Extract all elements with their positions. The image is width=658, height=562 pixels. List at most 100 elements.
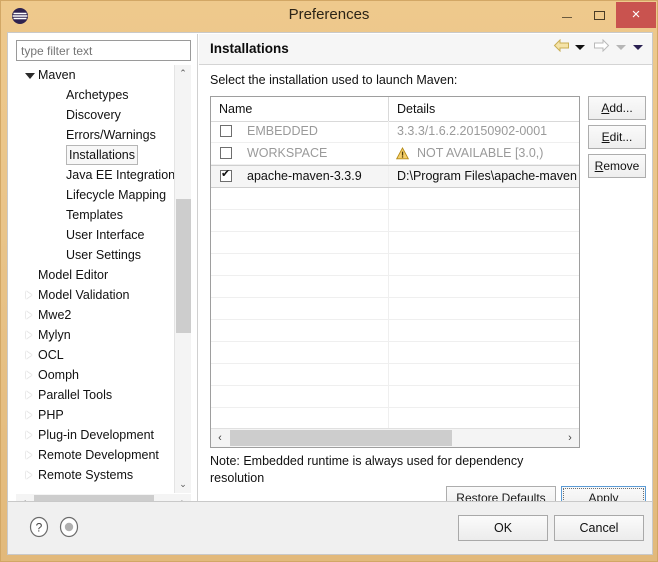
sidebar-item-label: Mwe2 <box>38 308 72 322</box>
chevron-right-icon[interactable] <box>16 365 32 385</box>
sidebar-item-errors-warnings[interactable]: Errors/Warnings <box>16 125 174 145</box>
remove-button-mnemonic: R <box>594 159 604 173</box>
table-scroll-right-button[interactable]: › <box>561 429 579 447</box>
installation-checkbox[interactable] <box>220 125 232 137</box>
note-text: Note: Embedded runtime is always used fo… <box>210 454 524 485</box>
column-header-details[interactable]: Details <box>389 97 579 121</box>
installation-checkbox[interactable] <box>220 168 232 182</box>
dialog-client-area: Maven Archetypes Discovery Errors/Warnings I… <box>7 32 653 519</box>
table-row-empty[interactable] <box>211 232 579 254</box>
chevron-right-icon[interactable] <box>16 385 32 405</box>
sidebar-item-java-ee-integration[interactable]: Java EE Integration <box>16 165 174 185</box>
sidebar-item-archetypes[interactable]: Archetypes <box>16 85 174 105</box>
cell-details <box>389 232 579 253</box>
forward-dropdown-icon[interactable] <box>615 44 626 50</box>
cell-name <box>211 254 389 275</box>
back-dropdown-icon[interactable] <box>574 44 585 50</box>
chevron-right-glyph <box>26 351 32 359</box>
chevron-right-icon[interactable] <box>16 285 32 305</box>
remove-button[interactable]: Remove <box>588 154 646 178</box>
cell-details <box>389 188 579 209</box>
chevron-right-icon[interactable] <box>16 405 32 425</box>
minimize-button[interactable] <box>550 2 583 28</box>
chevron-right-glyph <box>26 371 32 379</box>
dialog-footer: ? OK Cancel <box>7 501 653 555</box>
table-row-empty[interactable] <box>211 342 579 364</box>
sidebar-item-lifecycle-mapping[interactable]: Lifecycle Mapping <box>16 185 174 205</box>
command-shell-icon[interactable] <box>58 516 80 538</box>
cell-details <box>389 386 579 407</box>
add-button[interactable]: Add... <box>588 96 646 120</box>
panel-divider[interactable] <box>197 34 198 517</box>
chevron-right-icon[interactable] <box>16 465 32 485</box>
edit-button-mnemonic: E <box>601 130 610 144</box>
sidebar-item-label: OCL <box>38 348 64 362</box>
window-titlebar[interactable]: Preferences × <box>1 1 657 32</box>
cell-details <box>389 254 579 275</box>
chevron-right-icon[interactable] <box>16 345 32 365</box>
sidebar-item-model-editor[interactable]: Model Editor <box>16 265 174 285</box>
chevron-right-icon[interactable] <box>16 325 32 345</box>
table-row-empty[interactable] <box>211 188 579 210</box>
edit-button[interactable]: Edit... <box>588 125 646 149</box>
preferences-tree[interactable]: Maven Archetypes Discovery Errors/Warnings I… <box>16 65 174 493</box>
cell-name <box>211 386 389 407</box>
sidebar-item-label: Model Editor <box>38 268 109 282</box>
chevron-right-icon[interactable] <box>16 445 32 465</box>
sidebar-item-oomph[interactable]: Oomph <box>16 365 174 385</box>
help-question-icon[interactable]: ? <box>28 516 50 538</box>
table-row-empty[interactable] <box>211 320 579 342</box>
chevron-right-icon[interactable] <box>16 305 32 325</box>
back-button[interactable] <box>553 38 570 55</box>
cell-name <box>211 320 389 341</box>
table-horizontal-scrollbar[interactable]: ‹ › <box>211 428 579 447</box>
sidebar-item-installations[interactable]: Installations <box>16 145 174 165</box>
sidebar-item-remote-development[interactable]: Remote Development <box>16 445 174 465</box>
tree-vertical-scroll-thumb[interactable] <box>176 199 191 333</box>
close-button[interactable]: × <box>616 2 656 28</box>
ok-button[interactable]: OK <box>458 515 548 541</box>
sidebar-item-discovery[interactable]: Discovery <box>16 105 174 125</box>
table-row[interactable]: EMBEDDED 3.3.3/1.6.2.20150902-0001 <box>211 121 579 143</box>
table-scroll-left-button[interactable]: ‹ <box>211 429 229 447</box>
sidebar-item-mylyn[interactable]: Mylyn <box>16 325 174 345</box>
chevron-down-icon[interactable] <box>16 65 35 85</box>
sidebar-item-mwe2[interactable]: Mwe2 <box>16 305 174 325</box>
table-row-empty[interactable] <box>211 298 579 320</box>
maximize-button[interactable] <box>583 2 616 28</box>
sidebar-item-parallel-tools[interactable]: Parallel Tools <box>16 385 174 405</box>
table-row-empty[interactable] <box>211 364 579 386</box>
installation-checkbox[interactable] <box>220 147 232 159</box>
table-horizontal-scroll-thumb[interactable] <box>230 430 452 446</box>
table-row-empty[interactable] <box>211 276 579 298</box>
table-row-empty[interactable] <box>211 210 579 232</box>
sidebar-item-user-settings[interactable]: User Settings <box>16 245 174 265</box>
chevron-right-icon[interactable] <box>16 425 32 445</box>
sidebar-item-label: Plug-in Development <box>38 428 155 442</box>
sidebar-item-maven[interactable]: Maven <box>16 65 174 85</box>
column-header-name[interactable]: Name <box>211 97 389 121</box>
table-row[interactable]: apache-maven-3.3.9 D:\Program Files\apach… <box>211 165 579 188</box>
cancel-button[interactable]: Cancel <box>554 515 644 541</box>
forward-button[interactable] <box>593 38 610 55</box>
sidebar-item-plug-in-development[interactable]: Plug-in Development <box>16 425 174 445</box>
table-row-empty[interactable] <box>211 254 579 276</box>
sidebar-item-php[interactable]: PHP <box>16 405 174 425</box>
filter-input[interactable] <box>16 40 191 61</box>
cell-name <box>211 364 389 385</box>
sidebar-item-model-validation[interactable]: Model Validation <box>16 285 174 305</box>
sidebar-item-user-interface[interactable]: User Interface <box>16 225 174 245</box>
tree-scroll-up-button[interactable]: ⌃ <box>175 65 191 82</box>
sidebar-item-remote-systems[interactable]: Remote Systems <box>16 465 174 485</box>
table-row[interactable]: WORKSPACE NOT AVAILABLE [3.0,) <box>211 143 579 165</box>
cell-name <box>211 342 389 363</box>
view-menu-icon[interactable] <box>633 44 643 50</box>
sidebar-item-templates[interactable]: Templates <box>16 205 174 225</box>
tree-vertical-scrollbar[interactable]: ⌃ ⌄ <box>174 65 191 493</box>
tree-scroll-down-button[interactable]: ⌄ <box>175 476 191 493</box>
table-row-empty[interactable] <box>211 386 579 408</box>
table-row-empty[interactable] <box>211 408 579 430</box>
sidebar-item-ocl[interactable]: OCL <box>16 345 174 365</box>
table-header-row: Name Details <box>211 97 579 122</box>
installation-details: 3.3.3/1.6.2.20150902-0001 <box>397 124 548 138</box>
